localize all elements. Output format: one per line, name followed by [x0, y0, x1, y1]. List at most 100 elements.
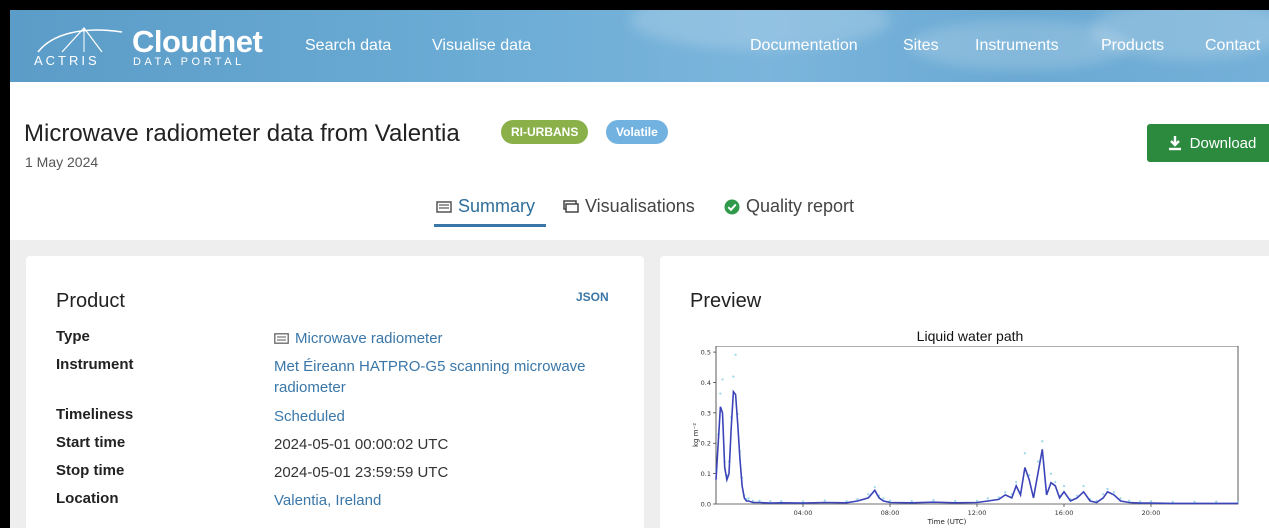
- x-tick-label: 20:00: [1142, 509, 1161, 517]
- y-tick-label: 0.5: [701, 349, 711, 357]
- preview-card-title: Preview: [690, 290, 762, 312]
- browser-viewport: ACTRIS Cloudnet DATA PORTAL Search data …: [10, 10, 1269, 528]
- nav-search-data[interactable]: Search data: [305, 37, 391, 55]
- data-point: [1054, 480, 1057, 484]
- row-timeliness-key: Timeliness: [56, 406, 134, 423]
- data-point: [721, 378, 724, 381]
- data-point: [1041, 440, 1044, 443]
- measurement-date: 1 May 2024: [25, 154, 99, 170]
- download-button[interactable]: Download: [1147, 124, 1269, 162]
- data-point: [1082, 484, 1085, 488]
- data-point: [758, 499, 761, 502]
- data-point: [1119, 497, 1122, 500]
- actris-text: ACTRIS: [34, 53, 100, 68]
- active-tab-indicator: [434, 224, 546, 227]
- data-point: [732, 375, 735, 378]
- file-header: Microwave radiometer data from Valentia …: [10, 82, 1269, 240]
- row-stop-time-key: Stop time: [56, 462, 125, 479]
- brand-name: Cloudnet: [132, 24, 263, 59]
- row-instrument-key: Instrument: [56, 356, 134, 373]
- data-point: [1171, 500, 1174, 503]
- page-title: Microwave radiometer data from Valentia: [24, 120, 460, 147]
- x-tick-label: 12:00: [968, 509, 987, 517]
- data-point: [1023, 452, 1026, 455]
- data-point: [882, 497, 885, 500]
- instrument-icon: [274, 333, 289, 344]
- data-point: [1112, 491, 1116, 494]
- chart-title: Liquid water path: [916, 328, 1024, 344]
- data-point: [1106, 487, 1109, 490]
- data-point: [1236, 500, 1240, 503]
- tab-quality-report-label: Quality report: [746, 196, 855, 216]
- data-point: [801, 500, 805, 503]
- data-point: [1193, 500, 1196, 503]
- data-point: [975, 499, 979, 502]
- data-point: [769, 500, 772, 503]
- badge-volatile[interactable]: Volatile: [606, 120, 668, 144]
- tab-summary[interactable]: Summary: [436, 196, 535, 217]
- actris-logo-icon: [37, 27, 123, 53]
- y-axis-label: kg m⁻²: [692, 423, 700, 447]
- row-timeliness-value[interactable]: Scheduled: [274, 406, 624, 427]
- row-instrument-value[interactable]: Met Éireann HATPRO-G5 scanning microwave…: [274, 356, 624, 398]
- nav-contact[interactable]: Contact: [1205, 37, 1260, 55]
- data-point: [954, 500, 957, 503]
- data-point: [1215, 500, 1218, 503]
- row-type-value[interactable]: Microwave radiometer: [274, 328, 624, 349]
- y-tick-label: 0.2: [701, 440, 711, 448]
- data-point: [856, 497, 859, 501]
- nav-visualise-data[interactable]: Visualise data: [432, 37, 531, 55]
- visualisations-icon: [563, 200, 579, 213]
- y-tick-label: 0.0: [701, 501, 711, 509]
- cloudnet-logo[interactable]: ACTRIS Cloudnet DATA PORTAL: [32, 22, 282, 72]
- download-label: Download: [1189, 134, 1257, 152]
- download-icon: [1168, 136, 1181, 151]
- data-point: [910, 500, 913, 503]
- preview-card: Preview Liquid water path 0.0 0.1 0.2 0.3 0.…: [660, 256, 1269, 528]
- data-point: [1062, 484, 1066, 488]
- plot-area: [715, 346, 1239, 505]
- x-tick-label: 08:00: [881, 509, 900, 517]
- site-header: ACTRIS Cloudnet DATA PORTAL Search data …: [10, 10, 1269, 82]
- row-start-time-key: Start time: [56, 434, 126, 451]
- x-axis-label: Time (UTC): [927, 518, 967, 526]
- nav-sites[interactable]: Sites: [903, 37, 939, 55]
- data-point: [1049, 472, 1053, 475]
- tab-visualisations-label: Visualisations: [585, 196, 695, 216]
- nav-documentation[interactable]: Documentation: [750, 37, 858, 55]
- data-point: [1102, 493, 1105, 496]
- check-circle-icon: [724, 199, 740, 214]
- nav-instruments[interactable]: Instruments: [975, 37, 1059, 55]
- brand-subtitle: DATA PORTAL: [133, 56, 245, 68]
- data-point: [932, 498, 935, 502]
- row-location-value[interactable]: Valentia, Ireland: [274, 490, 624, 511]
- data-point: [873, 486, 876, 489]
- product-card-title: Product: [56, 290, 125, 312]
- badge-ri-urbans[interactable]: RI-URBANS: [501, 120, 589, 144]
- json-link[interactable]: JSON: [576, 290, 609, 304]
- summary-icon: [436, 200, 452, 213]
- row-type-value-text: Microwave radiometer: [295, 330, 443, 347]
- x-tick-label: 16:00: [1055, 509, 1074, 517]
- data-point: [867, 493, 870, 496]
- data-point: [823, 499, 826, 502]
- x-tick-label: 04:00: [794, 509, 813, 517]
- data-point: [1004, 491, 1007, 494]
- tab-summary-label: Summary: [458, 196, 536, 216]
- tab-quality-report[interactable]: Quality report: [724, 196, 854, 217]
- data-point: [986, 497, 989, 500]
- data-point: [1149, 500, 1153, 503]
- nav-products[interactable]: Products: [1101, 37, 1164, 55]
- y-tick-label: 0.1: [701, 470, 711, 478]
- tab-visualisations[interactable]: Visualisations: [563, 196, 695, 217]
- lwp-chart[interactable]: 0.0 0.1 0.2 0.3 0.4 0.5 04:00 08:00 12:00 16:00 20…: [690, 346, 1269, 528]
- data-point: [719, 392, 722, 395]
- data-point: [747, 497, 750, 500]
- row-start-time-value: 2024-05-01 00:00:02 UTC: [274, 436, 449, 453]
- data-point: [734, 353, 737, 356]
- data-point: [780, 500, 783, 503]
- y-tick-label: 0.3: [701, 409, 711, 417]
- y-tick-label: 0.4: [701, 379, 711, 387]
- row-stop-time-value: 2024-05-01 23:59:59 UTC: [274, 464, 449, 481]
- data-point: [1139, 500, 1142, 503]
